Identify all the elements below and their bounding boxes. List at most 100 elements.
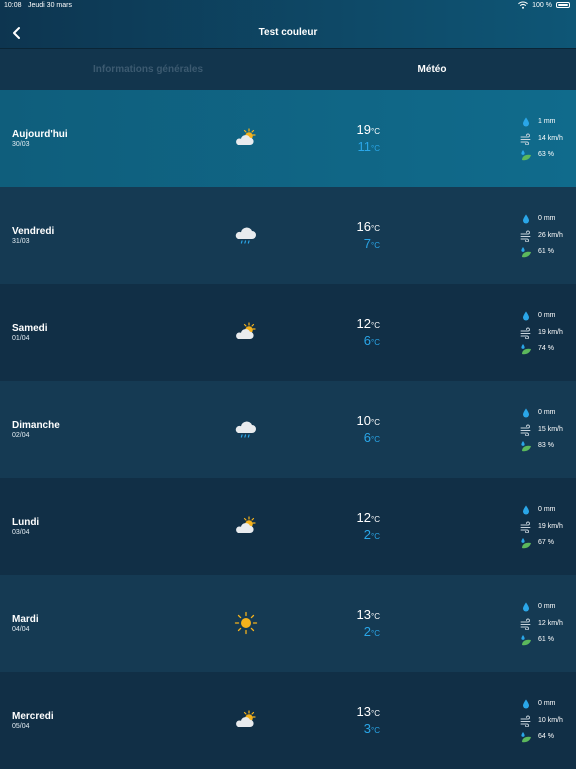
forecast-row[interactable]: Samedi 01/04 12°C 6°C 0 mm 19 km/h 74 % [0, 284, 576, 381]
temp-unit: °C [371, 338, 380, 347]
humidity-value: 61 % [538, 636, 554, 643]
temp-unit: °C [371, 515, 380, 524]
sun-cloud-icon [233, 126, 259, 150]
humidity: 61 % [520, 246, 574, 258]
battery-percent: 100 % [532, 1, 552, 9]
humidity: 63 % [520, 149, 574, 161]
precipitation-value: 0 mm [538, 603, 556, 610]
wind-value: 10 km/h [538, 717, 563, 724]
wifi-icon [518, 1, 529, 9]
day-name: Aujourd'hui [12, 129, 68, 140]
day-name: Vendredi [12, 226, 55, 237]
forecast-row[interactable]: Vendredi 31/03 16°C 7°C 0 mm 26 km/h 61 % [0, 187, 576, 284]
precipitation: 0 mm [520, 504, 574, 516]
day-date: 05/04 [12, 723, 30, 730]
temp-unit: °C [371, 127, 380, 136]
day-date: 30/03 [12, 141, 30, 148]
temp-min: 2°C [342, 624, 380, 639]
temp-unit: °C [371, 241, 380, 250]
day-name: Dimanche [12, 420, 60, 431]
day-date: 03/04 [12, 529, 30, 536]
temp-min-value: 7 [363, 236, 372, 251]
precipitation: 0 mm [520, 601, 574, 613]
forecast-row[interactable]: Aujourd'hui 30/03 19°C 11°C 1 mm 14 km/h 63 % [0, 90, 576, 187]
temp-max-value: 10 [356, 413, 372, 428]
temp-unit: °C [371, 629, 380, 638]
app-header: 10:08 Jeudi 30 mars 100 % Test couleur [0, 0, 576, 48]
temp-min: 6°C [342, 430, 380, 445]
wind: 14 km/h [520, 133, 574, 145]
status-date: Jeudi 30 mars [28, 2, 72, 9]
humidity-value: 61 % [538, 248, 554, 255]
tab-weather[interactable]: Météo [288, 49, 576, 91]
sun-cloud-icon [233, 514, 259, 538]
humidity-value: 67 % [538, 539, 554, 546]
temp-unit: °C [371, 435, 380, 444]
wind-value: 19 km/h [538, 329, 563, 336]
precipitation-value: 0 mm [538, 215, 556, 222]
wind: 26 km/h [520, 230, 574, 242]
temp-max-value: 13 [356, 607, 372, 622]
temp-max: 10°C [342, 413, 380, 428]
day-name: Lundi [12, 517, 40, 528]
wind: 12 km/h [520, 618, 574, 630]
status-bar: 10:08 Jeudi 30 mars 100 % [0, 0, 576, 13]
temp-max: 12°C [342, 316, 380, 331]
page-title: Test couleur [258, 27, 318, 38]
temp-unit: °C [371, 726, 380, 735]
humidity: 83 % [520, 440, 574, 452]
wind: 19 km/h [520, 327, 574, 339]
humidity-value: 74 % [538, 345, 554, 352]
temp-unit: °C [371, 321, 380, 330]
sun-icon [233, 611, 259, 635]
temp-unit: °C [371, 224, 380, 233]
wind-value: 12 km/h [538, 620, 563, 627]
battery-icon [556, 2, 570, 8]
temp-min: 2°C [342, 527, 380, 542]
humidity-value: 64 % [538, 733, 554, 740]
forecast-row[interactable]: Lundi 03/04 12°C 2°C 0 mm 19 km/h 67 % [0, 478, 576, 575]
tab-general-info[interactable]: Informations générales [8, 49, 288, 91]
forecast-list: Aujourd'hui 30/03 19°C 11°C 1 mm 14 km/h 63 % V… [0, 90, 576, 769]
humidity-value: 83 % [538, 442, 554, 449]
temp-min: 6°C [342, 333, 380, 348]
day-date: 31/03 [12, 238, 30, 245]
wind: 15 km/h [520, 424, 574, 436]
humidity: 64 % [520, 731, 574, 743]
temp-max: 13°C [342, 607, 380, 622]
temp-max: 19°C [342, 122, 380, 137]
humidity: 61 % [520, 634, 574, 646]
temp-unit: °C [371, 612, 380, 621]
humidity-value: 63 % [538, 151, 554, 158]
temp-unit: °C [371, 709, 380, 718]
sun-cloud-icon [233, 320, 259, 344]
temp-unit: °C [371, 418, 380, 427]
temp-max: 16°C [342, 219, 380, 234]
temp-min: 7°C [342, 236, 380, 251]
wind-value: 14 km/h [538, 135, 563, 142]
humidity: 67 % [520, 537, 574, 549]
wind-value: 26 km/h [538, 232, 563, 239]
precipitation-value: 0 mm [538, 700, 556, 707]
temp-max-value: 16 [356, 219, 372, 234]
wind-value: 15 km/h [538, 426, 563, 433]
temp-min-value: 3 [363, 721, 372, 736]
sun-cloud-icon [233, 708, 259, 732]
precipitation: 0 mm [520, 310, 574, 322]
forecast-row[interactable]: Mercredi 05/04 13°C 3°C 0 mm 10 km/h 64 % [0, 672, 576, 769]
temp-min: 3°C [342, 721, 380, 736]
precipitation: 0 mm [520, 407, 574, 419]
temp-min-value: 2 [363, 624, 372, 639]
day-name: Mercredi [12, 711, 54, 722]
forecast-row[interactable]: Mardi 04/04 13°C 2°C 0 mm 12 km/h 61 % [0, 575, 576, 672]
wind: 19 km/h [520, 521, 574, 533]
precipitation: 0 mm [520, 213, 574, 225]
day-date: 02/04 [12, 432, 30, 439]
tab-bar: Informations générales Météo [0, 48, 576, 90]
humidity: 74 % [520, 343, 574, 355]
day-name: Mardi [12, 614, 39, 625]
cloud-rain-icon [233, 223, 259, 247]
day-date: 04/04 [12, 626, 30, 633]
forecast-row[interactable]: Dimanche 02/04 10°C 6°C 0 mm 15 km/h 83 % [0, 381, 576, 478]
temp-max-value: 19 [356, 122, 372, 137]
